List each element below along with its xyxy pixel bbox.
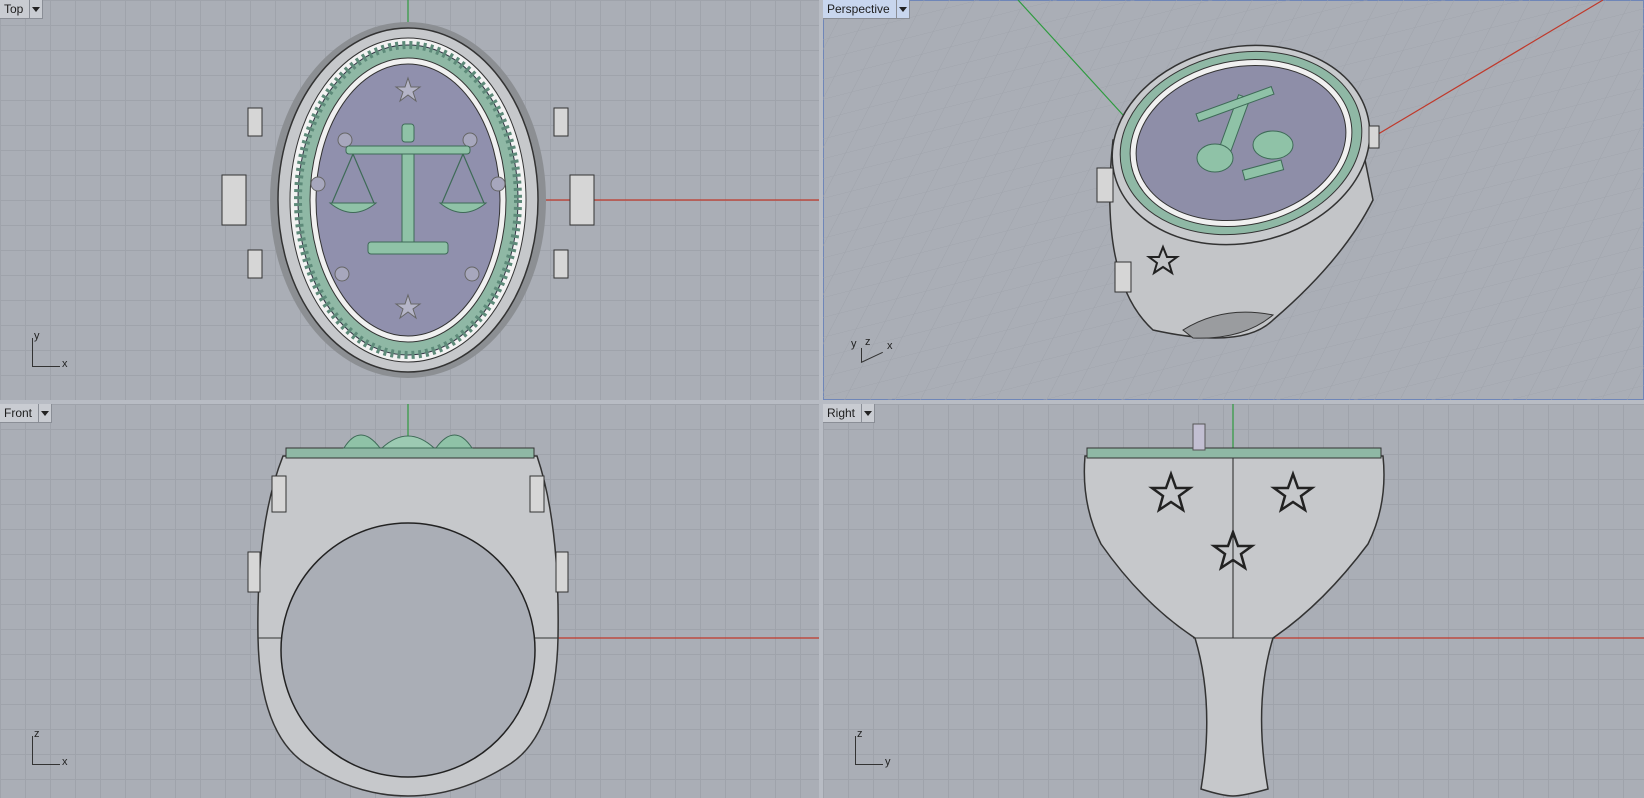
axis-label-y: y <box>885 756 891 768</box>
viewport-title: Perspective <box>827 2 890 16</box>
viewport-tab-front[interactable]: Front <box>0 404 53 423</box>
ring-right-model <box>1083 423 1385 797</box>
right-view-canvas <box>1083 404 1644 797</box>
axis-indicator: z x <box>28 728 88 768</box>
ring-top-model <box>221 22 595 378</box>
axis-label-z: z <box>34 728 40 740</box>
axis-indicator: y z x <box>851 330 911 370</box>
viewport-top[interactable]: Top y x <box>0 0 819 400</box>
viewport-title: Top <box>4 2 24 16</box>
viewport-right[interactable]: Right z y <box>823 404 1644 798</box>
axis-indicator: y x <box>28 330 88 370</box>
axis-indicator: z y <box>851 728 911 768</box>
viewport-perspective[interactable]: Perspective y z x <box>823 0 1644 400</box>
axis-label-z: z <box>857 728 863 740</box>
viewport-tab-perspective[interactable]: Perspective <box>823 0 910 19</box>
viewport-tab-top[interactable]: Top <box>0 0 44 19</box>
viewport-front[interactable]: Front z x <box>0 404 819 798</box>
axis-label-y: y <box>34 330 40 342</box>
viewport-title: Right <box>827 406 856 420</box>
dropdown-arrow-icon[interactable] <box>29 0 42 18</box>
dropdown-arrow-icon[interactable] <box>895 0 909 18</box>
axis-label-x: x <box>62 756 68 768</box>
axis-label-x: x <box>62 358 68 370</box>
viewport-tab-right[interactable]: Right <box>823 404 876 423</box>
axis-label-z: z <box>865 336 871 348</box>
top-view-canvas <box>221 0 819 378</box>
axis-label-y: y <box>851 338 857 350</box>
front-view-canvas <box>247 404 819 797</box>
perspective-view-canvas <box>823 0 1644 400</box>
viewport-title: Front <box>4 406 33 420</box>
axis-label-x: x <box>887 340 893 352</box>
dropdown-arrow-icon[interactable] <box>38 404 51 422</box>
dropdown-arrow-icon[interactable] <box>861 404 874 422</box>
ring-front-model <box>247 434 569 797</box>
